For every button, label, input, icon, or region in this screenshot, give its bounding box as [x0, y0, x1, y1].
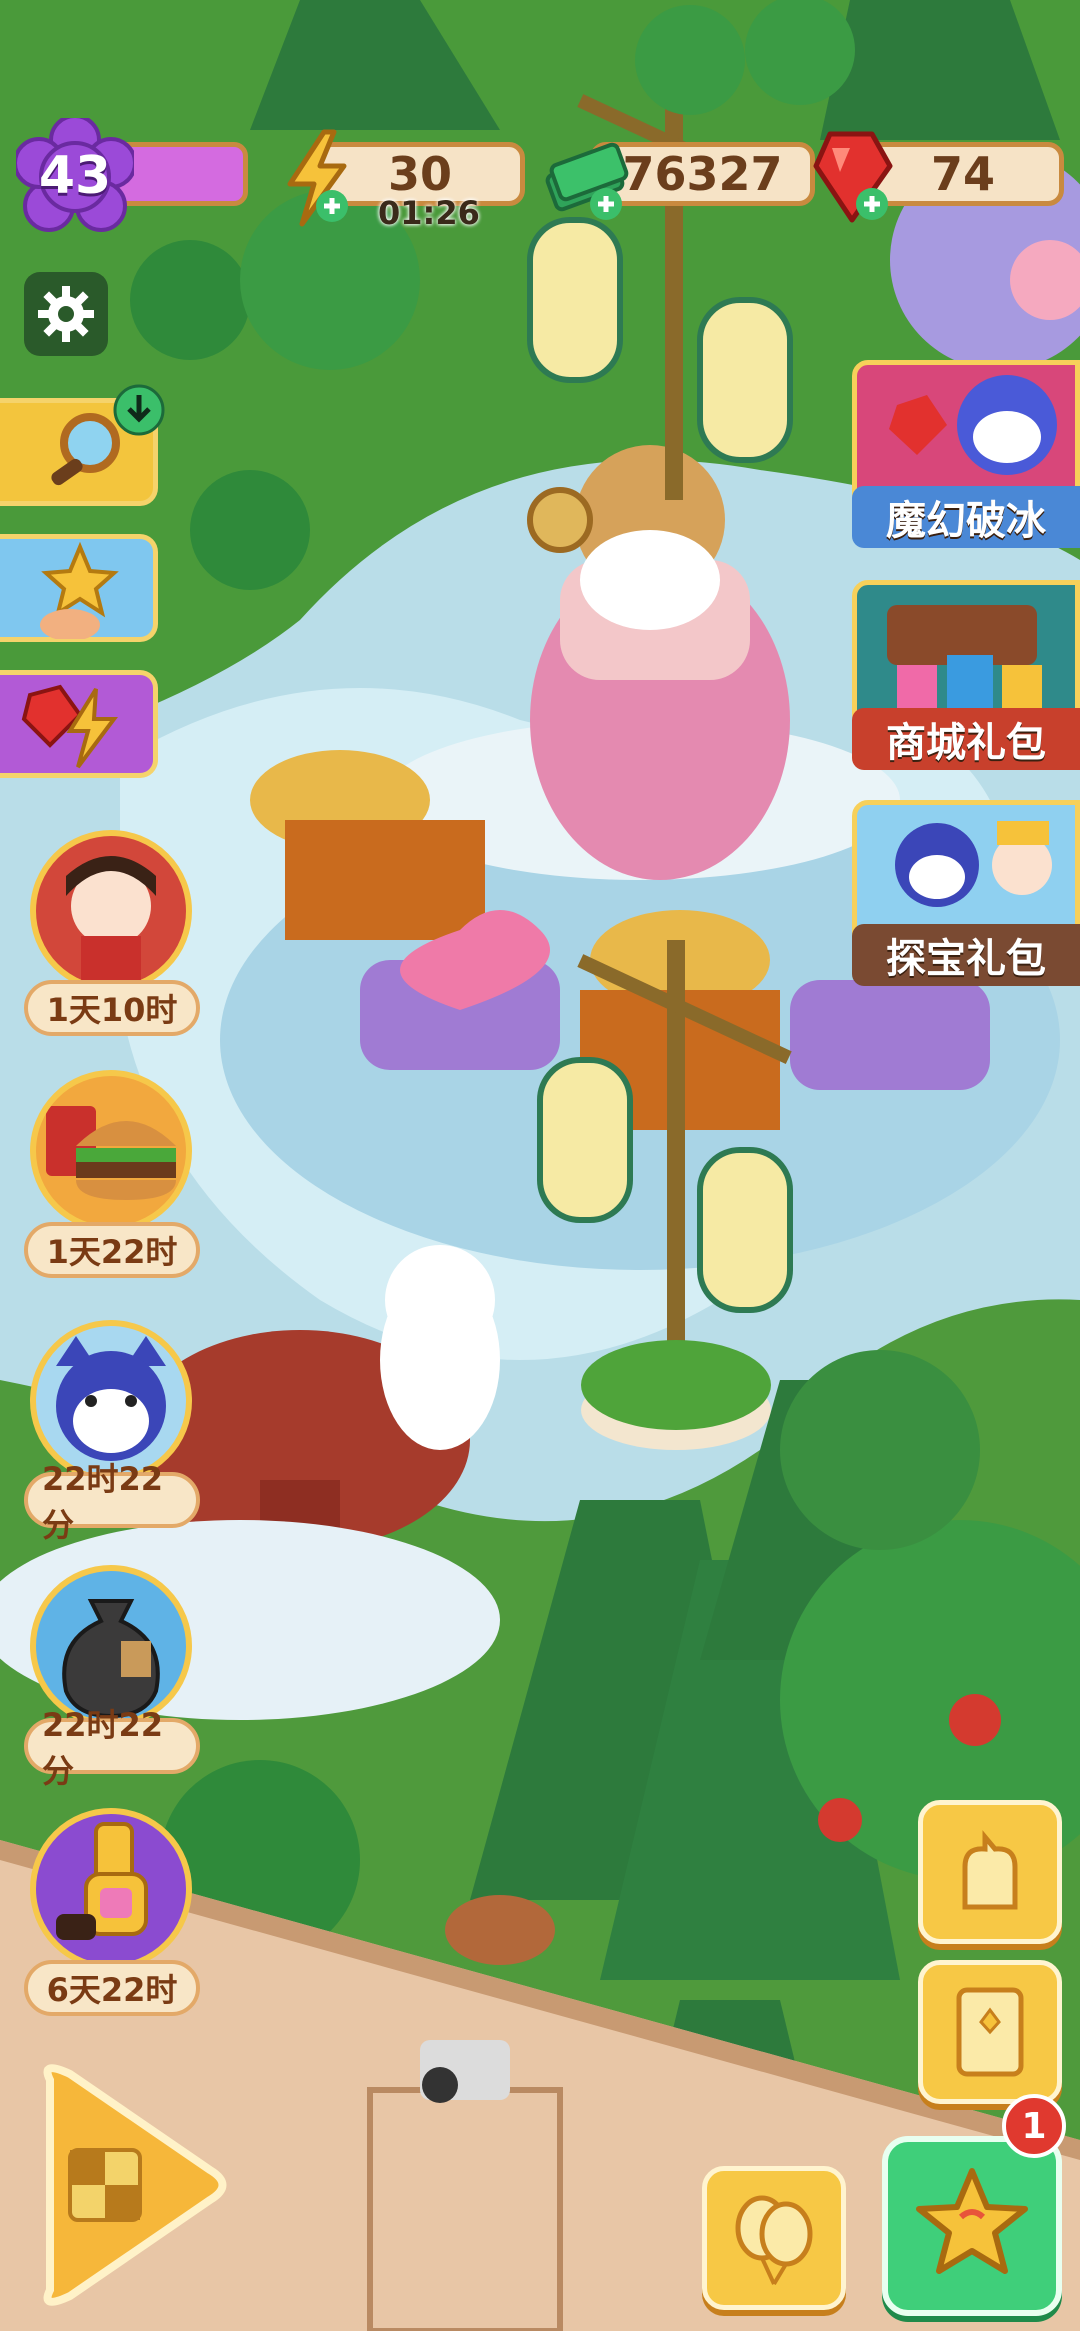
shop-bags-icon — [887, 605, 1042, 715]
star-favorite-icon — [916, 2168, 1028, 2274]
arrow-play-icon — [43, 2064, 227, 2306]
offer-burger[interactable] — [30, 1070, 192, 1232]
offer-timer: 1天10时 — [24, 980, 200, 1036]
gem-lightning-icon — [21, 684, 118, 769]
side-button-star[interactable] — [0, 534, 158, 642]
notification-badge: 1 — [1002, 2094, 1066, 2158]
balloon-button[interactable] — [702, 2166, 846, 2310]
star-icon — [40, 541, 119, 639]
gift-pack-label: 商城礼包 — [852, 708, 1080, 770]
offer-timer: 22时22分 — [24, 1460, 200, 1544]
offer-timer: 6天22时 — [24, 1960, 200, 2016]
cash-value: 76327 — [622, 147, 783, 201]
key-icon — [56, 1822, 148, 1940]
gift-pack-label: 魔幻破冰 — [852, 486, 1080, 548]
favorite-star-button[interactable] — [882, 2136, 1062, 2316]
character-button[interactable] — [918, 1800, 1062, 1944]
download-icon — [113, 384, 165, 436]
gift-pack-magic-icebreak[interactable]: 魔幻破冰 — [852, 360, 1080, 550]
offer-magic-key[interactable] — [30, 1808, 192, 1970]
book-icon — [956, 1987, 1024, 2077]
offer-new-year-girl[interactable] — [30, 830, 192, 992]
edit-mode-button[interactable] — [20, 2060, 230, 2310]
notification-count: 1 — [1021, 2105, 1047, 2147]
cat-gem-icon — [889, 375, 1057, 475]
cash-stack-icon[interactable] — [540, 134, 640, 224]
side-button-magnifier[interactable] — [0, 384, 165, 506]
burger-icon — [46, 1106, 176, 1200]
balloon-icon — [735, 2195, 813, 2286]
red-gem-icon[interactable] — [810, 126, 900, 226]
gem-value: 74 — [930, 147, 995, 201]
level-badge[interactable]: 43 — [16, 118, 134, 236]
settings-gear-icon — [38, 286, 94, 342]
girl-character-icon — [66, 856, 156, 986]
energy-value: 30 — [387, 147, 452, 201]
energy-timer: 01:26 — [378, 194, 480, 232]
offer-timer: 1天22时 — [24, 1222, 200, 1278]
energy-bolt-icon[interactable] — [272, 128, 362, 228]
book-button[interactable] — [918, 1960, 1062, 2104]
gift-pack-treasure[interactable]: 探宝礼包 — [852, 800, 1080, 990]
gift-pack-mall[interactable]: 商城礼包 — [852, 580, 1080, 770]
level-value: 43 — [38, 146, 112, 206]
character-icon — [962, 1830, 1018, 1910]
settings-button[interactable] — [24, 272, 108, 356]
money-bag-icon — [62, 1599, 160, 1719]
gift-pack-label: 探宝礼包 — [852, 924, 1080, 986]
offer-timer: 22时22分 — [24, 1706, 200, 1790]
side-button-gem-energy[interactable] — [0, 670, 158, 778]
